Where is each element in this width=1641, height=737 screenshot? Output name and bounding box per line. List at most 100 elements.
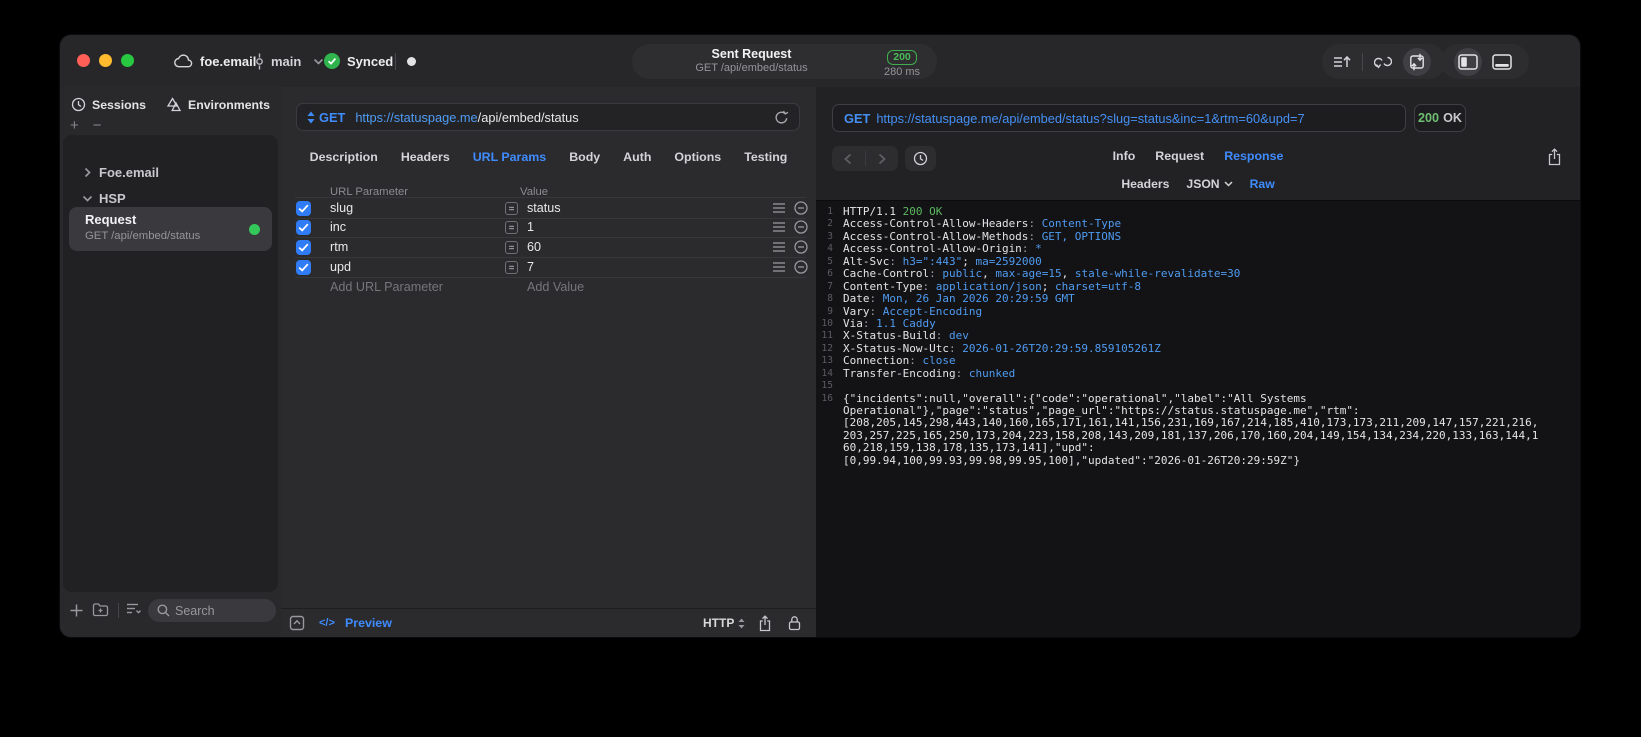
drag-handle-icon[interactable] <box>773 262 785 272</box>
request-url-bar[interactable]: GET https://statuspage.me /api/embed/sta… <box>296 103 800 131</box>
subtab-headers[interactable]: Headers <box>1121 177 1169 191</box>
code-icon: </> <box>319 617 335 629</box>
param-checkbox[interactable] <box>296 219 311 235</box>
tab-body[interactable]: Body <box>569 150 600 164</box>
equals-icon: = <box>505 260 518 274</box>
tab-environments[interactable]: Environments <box>166 97 270 112</box>
drag-handle-icon[interactable] <box>773 203 785 213</box>
chevron-down-icon <box>77 195 97 202</box>
param-name[interactable]: slug <box>330 201 353 215</box>
tab-testing[interactable]: Testing <box>744 150 787 164</box>
param-name[interactable]: inc <box>330 220 346 234</box>
equals-icon: = <box>505 220 518 234</box>
sent-request-url-bar[interactable]: GET https://statuspage.me/api/embed/stat… <box>832 104 1406 132</box>
tree-item-hsp[interactable]: HSP <box>63 187 278 209</box>
remove-param-icon[interactable] <box>794 201 808 215</box>
request-list-item-selected[interactable]: Request GET /api/embed/status <box>69 207 272 251</box>
param-checkbox[interactable] <box>296 200 311 216</box>
tab-options[interactable]: Options <box>674 150 721 164</box>
request-item-title: Request <box>85 212 137 227</box>
param-value[interactable]: 60 <box>527 240 541 254</box>
drag-handle-icon[interactable] <box>773 242 785 252</box>
export-response-icon[interactable] <box>1547 148 1562 166</box>
add-request-button[interactable] <box>70 604 83 617</box>
protocol-selector[interactable]: HTTP <box>703 609 745 637</box>
param-checkbox[interactable] <box>296 239 311 255</box>
remove-param-icon[interactable] <box>794 220 808 234</box>
line-number: 14 <box>821 367 833 379</box>
add-value-placeholder[interactable]: Add Value <box>527 280 584 294</box>
search-input[interactable]: Search <box>148 599 276 622</box>
line-text: [0,99.94,100,99.93,99.98,99.95,100],"upd… <box>843 453 1300 467</box>
response-subtabs: Headers JSON Raw <box>816 177 1580 191</box>
param-checkbox[interactable] <box>296 259 311 275</box>
list-filter-icon[interactable] <box>126 602 142 615</box>
sent-request-summary: Sent Request GET /api/embed/status <box>632 47 871 75</box>
minimize-window-button[interactable] <box>99 54 112 67</box>
tab-sessions[interactable]: Sessions <box>71 97 146 112</box>
sidebar-add-remove: + − <box>70 117 116 134</box>
url-path[interactable]: /api/embed/status <box>478 110 579 125</box>
param-row: slug = status <box>295 197 808 219</box>
param-value[interactable]: status <box>527 201 561 215</box>
resend-icon[interactable] <box>774 110 789 125</box>
line-number: 11 <box>821 330 833 342</box>
new-folder-icon[interactable] <box>92 602 109 617</box>
line-number: 15 <box>821 380 833 392</box>
add-param-placeholder[interactable]: Add URL Parameter <box>330 280 443 294</box>
toolbar-divider <box>1362 52 1363 71</box>
subtab-raw[interactable]: Raw <box>1250 177 1275 191</box>
drag-handle-icon[interactable] <box>773 222 785 232</box>
tab-url-params[interactable]: URL Params <box>473 150 546 164</box>
import-export-button[interactable] <box>1403 47 1431 76</box>
param-value[interactable]: 7 <box>527 260 534 274</box>
branch-selector[interactable]: main <box>254 35 324 87</box>
expand-panel-icon[interactable] <box>289 609 305 637</box>
request-order-button[interactable] <box>1328 48 1356 76</box>
preview-button[interactable]: Preview <box>345 609 392 637</box>
cloud-icon <box>174 54 193 68</box>
project-name: foe.email <box>200 53 257 69</box>
subtab-json[interactable]: JSON <box>1186 177 1233 191</box>
method-selector[interactable]: GET <box>319 110 345 125</box>
titlebar: foe.email main Synced Sent Request GET /… <box>60 35 1580 87</box>
line-number: 7 <box>827 280 833 292</box>
sync-branches-icon[interactable] <box>1369 48 1397 76</box>
project-selector[interactable]: foe.email <box>174 35 256 87</box>
sent-request-status: 200 280 ms <box>876 47 928 79</box>
add-item-button[interactable]: + <box>70 117 79 134</box>
tab-response[interactable]: Response <box>1224 149 1283 163</box>
line-number <box>816 417 833 429</box>
environments-icon <box>166 97 182 112</box>
tree-item-label: Foe.email <box>99 164 159 180</box>
sent-url: https://statuspage.me/api/embed/status?s… <box>876 110 1305 126</box>
tab-auth[interactable]: Auth <box>623 150 651 164</box>
tab-info[interactable]: Info <box>1113 149 1136 163</box>
line-number <box>816 405 833 417</box>
remove-item-button[interactable]: − <box>93 117 102 134</box>
share-icon[interactable] <box>758 609 772 637</box>
tab-description[interactable]: Description <box>310 150 378 164</box>
toggle-bottom-panel-button[interactable] <box>1488 48 1516 76</box>
line-number: 2 <box>827 218 833 230</box>
remove-param-icon[interactable] <box>794 240 808 254</box>
tree-item-foe-email[interactable]: Foe.email <box>63 161 278 183</box>
toggle-sidebar-button[interactable] <box>1454 47 1482 76</box>
tab-request[interactable]: Request <box>1155 149 1204 163</box>
lock-icon[interactable] <box>788 609 801 637</box>
zoom-window-button[interactable] <box>121 54 134 67</box>
sent-request-pill[interactable]: Sent Request GET /api/embed/status 200 2… <box>632 44 937 79</box>
app-window: foe.email main Synced Sent Request GET /… <box>60 35 1580 637</box>
url-host[interactable]: https://statuspage.me <box>355 110 477 125</box>
git-commit-icon <box>254 53 265 70</box>
tab-headers[interactable]: Headers <box>401 150 450 164</box>
response-body[interactable]: 1 HTTP/1.1 200 OK 2 Access-Control-Allow-He… <box>816 200 1580 637</box>
param-name[interactable]: upd <box>330 260 351 274</box>
status-code: 200 <box>1418 111 1440 125</box>
remove-param-icon[interactable] <box>794 260 808 274</box>
sync-status[interactable]: Synced <box>324 35 393 87</box>
close-window-button[interactable] <box>77 54 90 67</box>
param-name[interactable]: rtm <box>330 240 348 254</box>
param-value[interactable]: 1 <box>527 220 534 234</box>
response-status-badge: 200 OK <box>1414 104 1466 132</box>
